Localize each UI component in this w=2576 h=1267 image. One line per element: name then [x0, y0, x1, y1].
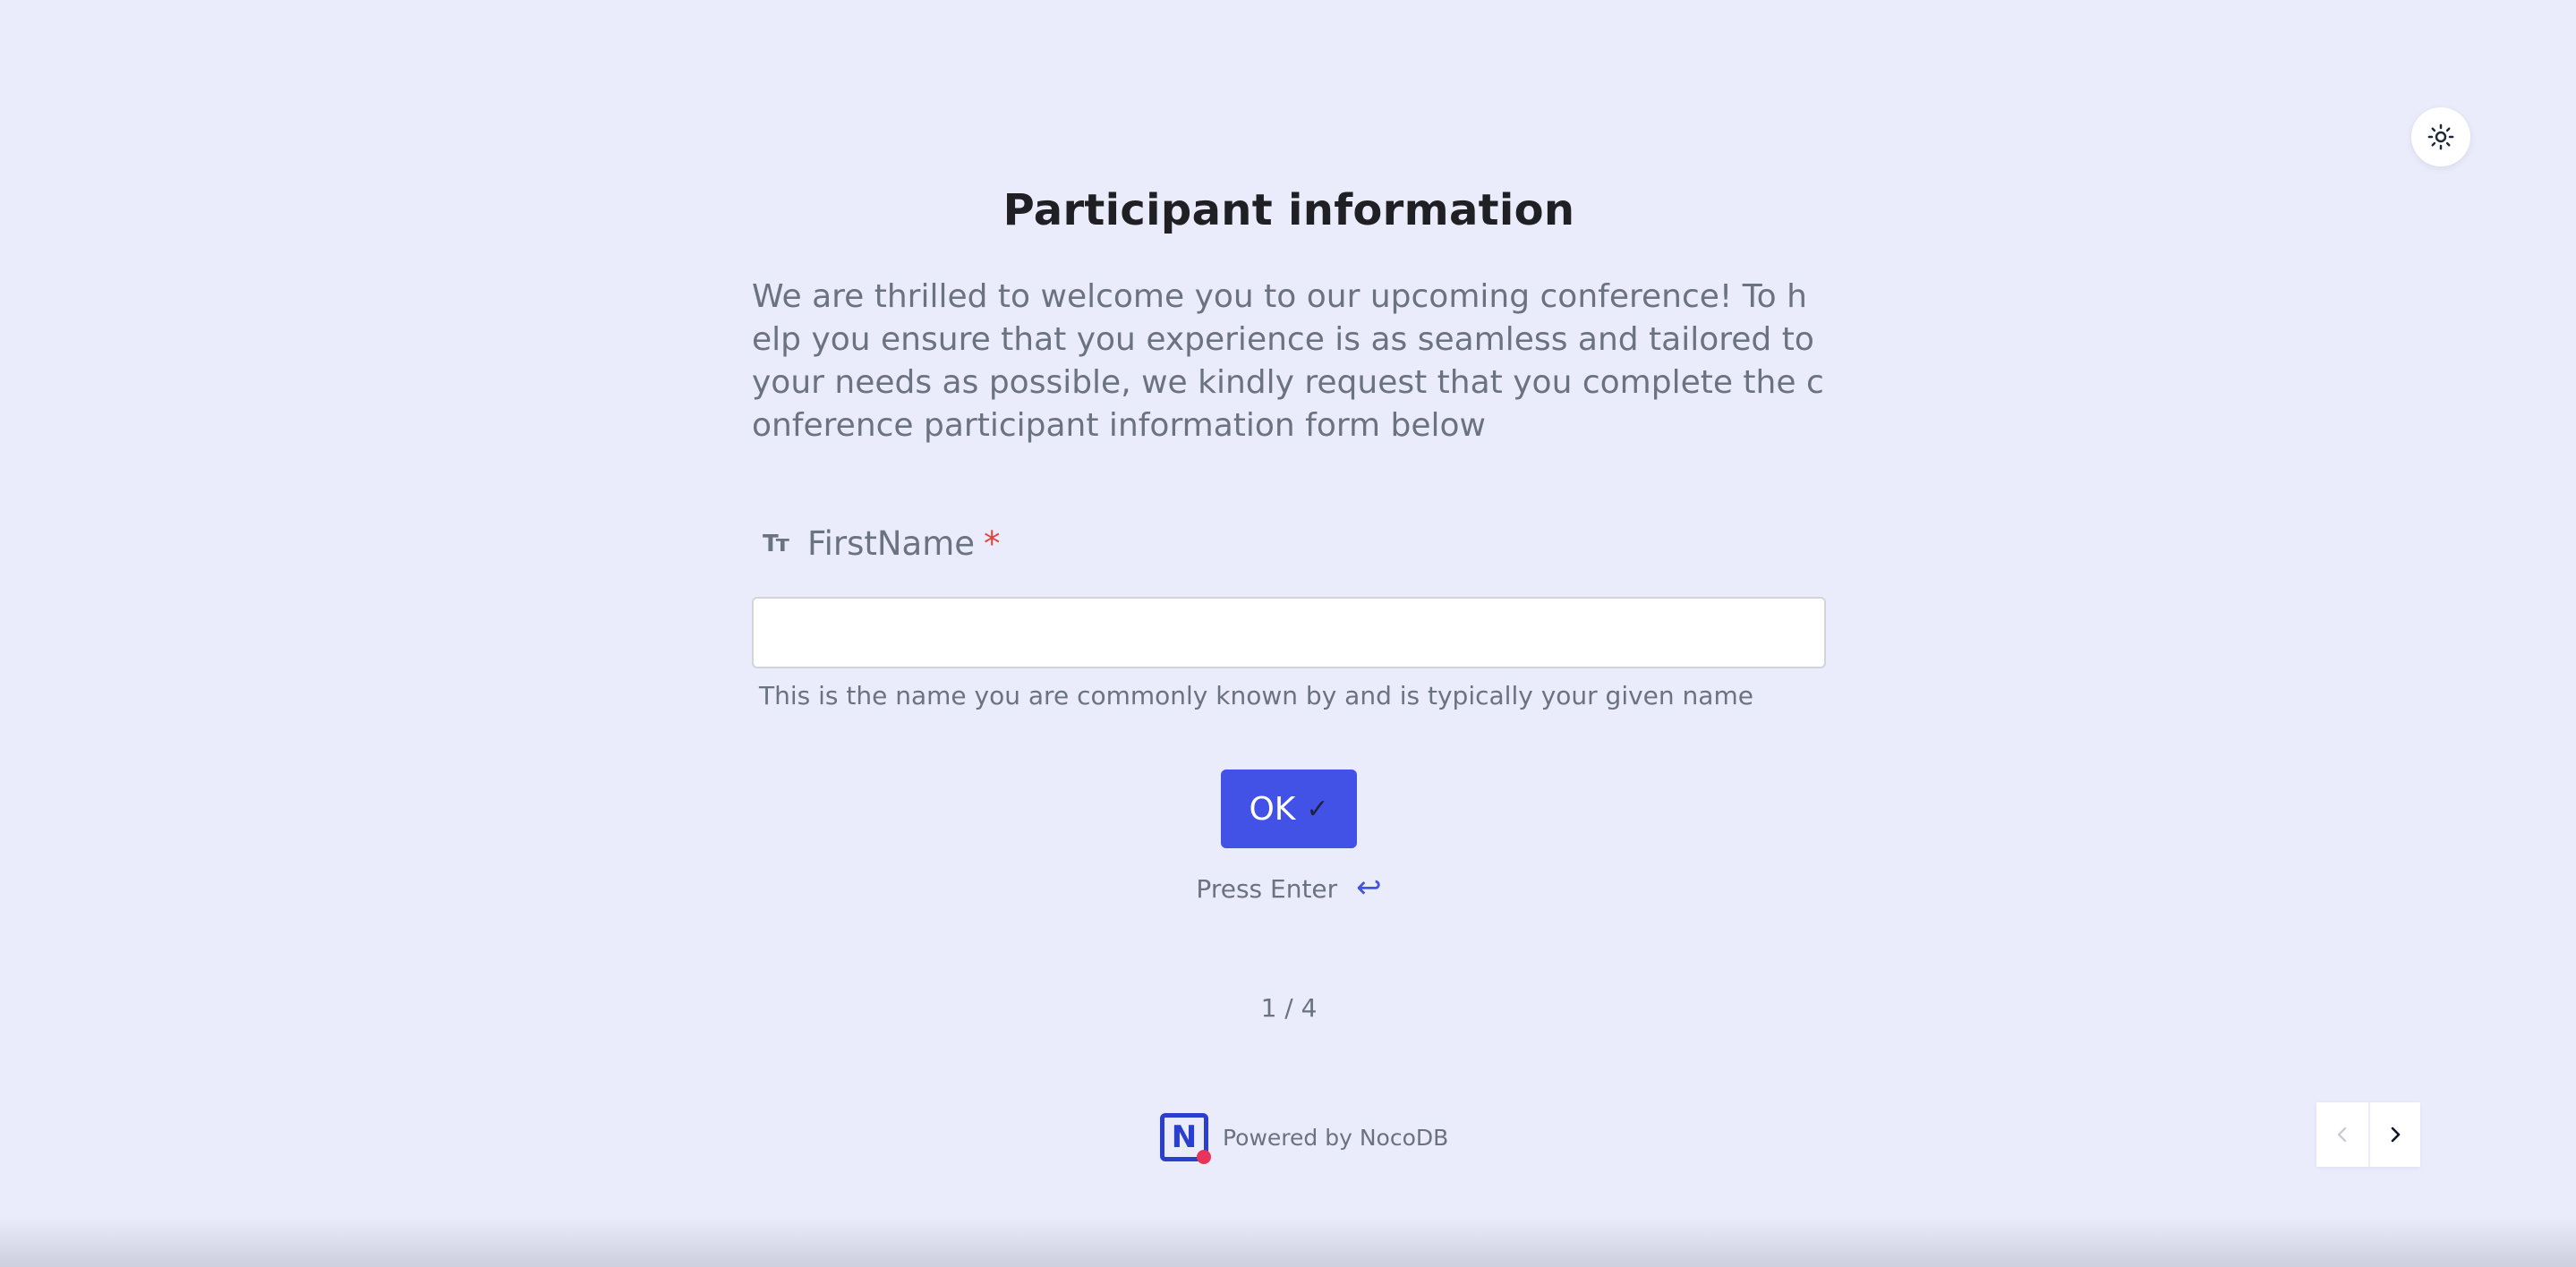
check-icon: ✓ — [1306, 793, 1329, 825]
page-indicator: 1 / 4 — [1260, 993, 1318, 1023]
field-label-row: Tт FirstName * — [752, 524, 1826, 563]
required-mark: * — [984, 524, 1001, 563]
press-enter-hint: Press Enter ↩ — [752, 870, 1826, 906]
form-page: Participant information We are thrilled … — [0, 0, 2576, 1267]
logo-dot — [1197, 1150, 1211, 1164]
logo-letter: N — [1171, 1119, 1198, 1155]
form-title: Participant information — [1002, 185, 1575, 235]
press-enter-label: Press Enter — [1196, 874, 1338, 904]
theme-toggle-button[interactable] — [2411, 107, 2470, 166]
nocodb-logo-icon: N — [1160, 1113, 1211, 1164]
ok-label: OK — [1249, 790, 1296, 828]
text-type-icon: Tт — [763, 530, 789, 557]
field-helper-text: This is the name you are commonly known … — [759, 681, 1753, 710]
form-container: Participant information We are thrilled … — [752, 179, 1826, 1023]
ok-button[interactable]: OK ✓ — [1221, 770, 1357, 848]
field-navigation — [2316, 1102, 2420, 1167]
chevron-left-icon — [2337, 1127, 2347, 1143]
next-field-button[interactable] — [2368, 1102, 2420, 1167]
powered-by-link[interactable]: N Powered by NocoDB — [1160, 1113, 1449, 1164]
enter-key-icon: ↩ — [1356, 870, 1382, 906]
previous-field-button[interactable] — [2316, 1102, 2368, 1167]
powered-by-text: Powered by NocoDB — [1223, 1124, 1449, 1151]
chevron-right-icon — [2391, 1127, 2401, 1143]
field-label: FirstName — [807, 524, 976, 563]
bottom-shadow — [0, 1217, 2576, 1267]
ok-wrap: OK ✓ — [752, 770, 1826, 848]
sun-icon — [2427, 123, 2454, 150]
firstname-input[interactable] — [752, 597, 1826, 668]
form-description: We are thrilled to welcome you to our up… — [752, 278, 1824, 444]
